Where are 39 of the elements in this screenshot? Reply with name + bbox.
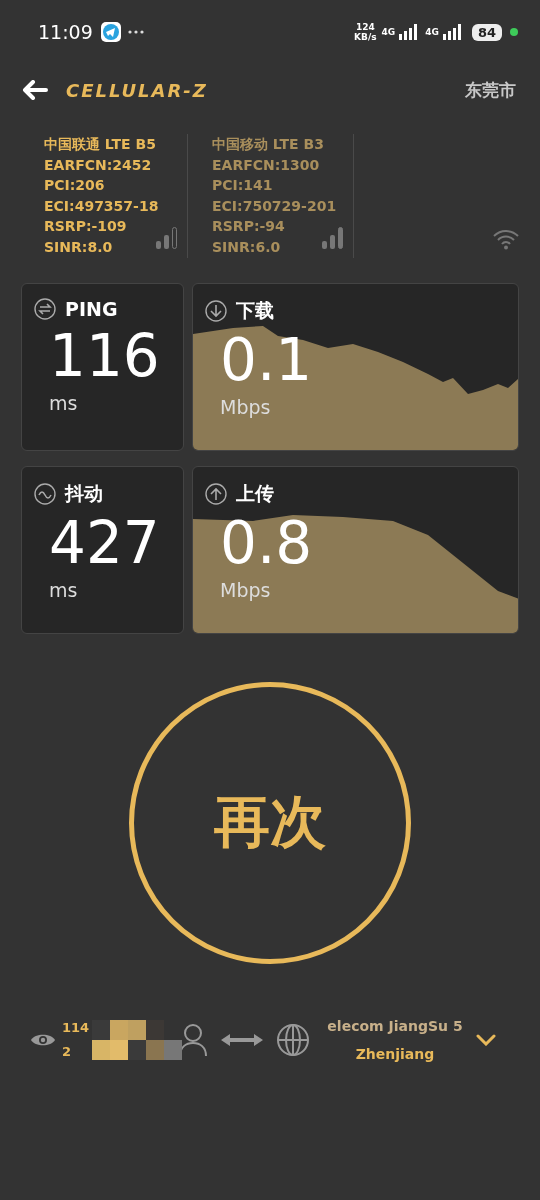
ip-address: 114 xyxy=(62,1019,91,1037)
cell-parameter: SINR:6.0 xyxy=(212,237,281,257)
metric-unit: ms xyxy=(49,579,79,601)
metric-label: 抖动 xyxy=(65,481,103,506)
metric-unit: ms xyxy=(49,392,79,414)
city-label: 东莞市 xyxy=(465,78,516,102)
network-type: 4G xyxy=(381,27,396,37)
cell-parameter: ECI:750729-201 xyxy=(212,196,337,216)
server-city: Zhenjiang xyxy=(354,1045,436,1064)
clock-time: 11:09 xyxy=(38,21,93,43)
cell-parameter: EARFCN:2452 xyxy=(44,155,152,175)
server-name: elecom JiangSu 5 xyxy=(326,1017,464,1036)
cell-parameter: SINR:8.0 xyxy=(44,237,113,257)
retest-button[interactable]: 再次 xyxy=(129,682,411,964)
cell-title: 中国联通 LTE B5 xyxy=(44,135,156,154)
metric-value: 0.8 xyxy=(220,511,314,575)
metric-value: 0.1 xyxy=(220,328,314,392)
network-type: 4G xyxy=(425,27,439,37)
metric-label: 上传 xyxy=(236,481,274,506)
network-speed-unit: KB/s xyxy=(354,32,377,42)
cell-title: 中国移动 LTE B3 xyxy=(212,135,324,154)
ip-address: 2 xyxy=(62,1043,73,1061)
cell-parameter: RSRP:-109 xyxy=(44,217,127,236)
cell-parameter: PCI:141 xyxy=(212,176,273,195)
network-speed: 124 xyxy=(354,22,376,32)
metric-label: PING xyxy=(65,298,118,320)
cell-parameter: EARFCN:1300 xyxy=(212,155,320,175)
metric-unit: Mbps xyxy=(220,396,272,418)
metric-value: 427 xyxy=(49,511,161,575)
cell-parameter: PCI:206 xyxy=(44,176,105,195)
app-logo: CELLULAR-Z xyxy=(66,79,208,101)
battery-level: 84 xyxy=(471,23,502,41)
cell-parameter: ECI:497357-18 xyxy=(44,196,159,216)
metric-value: 116 xyxy=(49,324,161,388)
metric-unit: Mbps xyxy=(220,579,272,601)
cell-parameter: RSRP:-94 xyxy=(212,217,285,236)
cell-panel[interactable]: 中国移动 LTE B3 EARFCN:1300 PCI:141 ECI:750729-201 RSRP:-94 SINR:6.0 xyxy=(188,134,354,258)
metric-label: 下载 xyxy=(236,298,274,323)
cell-panel[interactable]: 中国联通 LTE B5 EARFCN:2452 PCI:206 ECI:497357-18 RSRP:-109 SINR:8.0 xyxy=(22,134,188,258)
